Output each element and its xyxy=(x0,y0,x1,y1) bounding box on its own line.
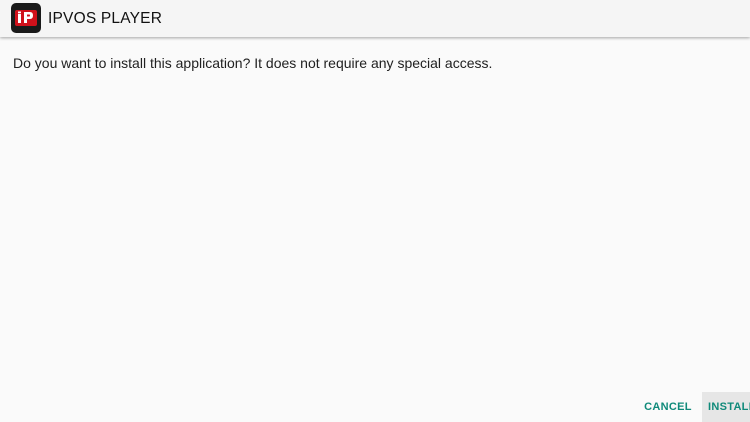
install-permission-message: Do you want to install this application?… xyxy=(13,55,493,71)
action-bar: CANCEL INSTALL xyxy=(0,392,750,422)
app-logo-icon xyxy=(11,3,41,33)
ip-logo-glyph xyxy=(15,10,37,26)
cancel-button[interactable]: CANCEL xyxy=(638,392,698,422)
installer-screen: IPVOS PLAYER Do you want to install this… xyxy=(0,0,750,422)
install-button[interactable]: INSTALL xyxy=(702,392,750,422)
app-name: IPVOS PLAYER xyxy=(48,10,163,27)
app-header: IPVOS PLAYER xyxy=(0,0,750,37)
